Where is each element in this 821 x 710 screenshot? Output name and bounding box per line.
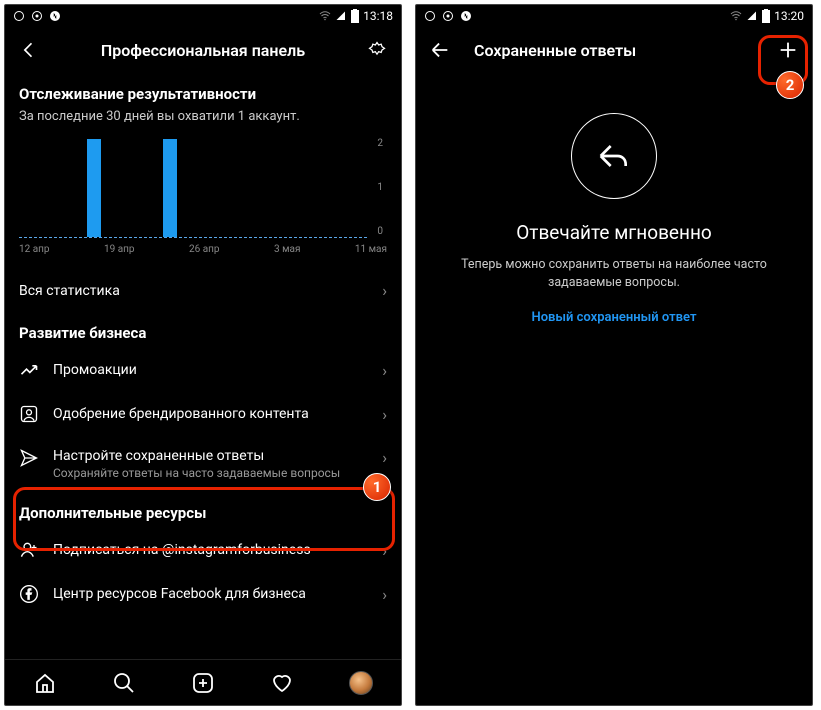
status-bar: 13:18 [5,5,401,27]
chevron-right-icon: › [382,448,387,467]
perf-section-title: Отслеживание результативности [5,73,401,109]
perf-subtitle: За последние 30 дней вы охватили 1 аккау… [5,109,401,134]
nav-create[interactable] [190,670,216,696]
add-button[interactable] [776,38,800,62]
chevron-right-icon: › [382,405,387,424]
chart-bar [163,139,177,237]
page-title: Профессиональная панель [5,41,401,60]
status-time: 13:20 [774,9,804,23]
pro-dashboard-screen: 13:18 Профессиональная панель Отслеживан… [4,4,402,706]
app-header: Профессиональная панель [5,27,401,73]
extra-section-title: Дополнительные ресурсы [5,492,401,528]
status-bar: 13:20 [416,5,812,27]
branded-content-item[interactable]: Одобрение брендированного контента › [5,392,401,436]
nav-search[interactable] [111,670,137,696]
fb-resources-item[interactable]: Центр ресурсов Facebook для бизнеса › [5,572,401,616]
avatar [349,671,373,695]
facebook-icon [19,584,39,604]
chart-bar [87,139,101,237]
back-button[interactable] [428,38,452,62]
nav-home[interactable] [32,670,58,696]
chart-x-ticks: 12 апр 19 апр 26 апр 3 мая 11 мая [19,238,387,265]
saved-replies-label: Настройте сохраненные ответы [53,448,368,464]
saved-replies-sub: Сохраняйте ответы на часто задаваемые во… [53,466,368,480]
status-time: 13:18 [363,9,393,23]
signal-icon [335,10,347,22]
empty-title: Отвечайте мгновенно [516,221,712,244]
app-header: Сохраненные ответы [416,27,812,73]
follow-igbusiness-item[interactable]: Подписаться на @instagramforbusiness › [5,528,401,572]
battery-icon [351,9,359,23]
circle-icon [13,10,25,22]
chevron-right-icon: › [382,585,387,604]
shazam-icon [460,10,472,22]
nav-profile[interactable] [348,670,374,696]
step-badge-1: 1 [363,473,391,501]
biz-section-title: Развитие бизнеса [5,312,401,348]
chevron-right-icon: › [382,361,387,380]
bottom-nav [5,659,401,705]
back-button[interactable] [17,38,41,62]
trend-icon [19,360,39,380]
saved-replies-screen: 13:20 Сохраненные ответы Отвечайте мгнов… [415,4,813,706]
promo-item[interactable]: Промоакции › [5,348,401,392]
empty-state: Отвечайте мгновенно Теперь можно сохрани… [416,73,812,705]
wifi-icon [730,10,742,22]
battery-icon [762,9,770,23]
page-title: Сохраненные ответы [474,41,636,60]
chevron-right-icon: › [382,281,387,300]
step-badge-2: 2 [776,71,804,99]
nav-activity[interactable] [269,670,295,696]
reach-chart: 2 1 0 12 апр 19 апр 26 апр 3 мая 11 мая [5,134,401,269]
badge-person-icon [19,404,39,424]
wifi-icon [319,10,331,22]
new-saved-reply-link[interactable]: Новый сохраненный ответ [531,310,696,325]
empty-body: Теперь можно сохранить ответы на наиболе… [416,256,812,292]
chevron-right-icon: › [382,541,387,560]
signal-icon [746,10,758,22]
send-icon [19,448,39,468]
saved-replies-item[interactable]: Настройте сохраненные ответы Сохраняйте … [5,436,401,492]
circle-icon [424,10,436,22]
bubble-icon [442,10,454,22]
shazam-icon [49,10,61,22]
add-person-icon [19,540,39,560]
all-stats-link[interactable]: Вся статистика › [5,269,401,312]
chart-y-ticks: 2 1 0 [377,138,383,237]
bubble-icon [31,10,43,22]
reply-arrow-icon [571,113,657,199]
settings-button[interactable] [365,38,389,62]
